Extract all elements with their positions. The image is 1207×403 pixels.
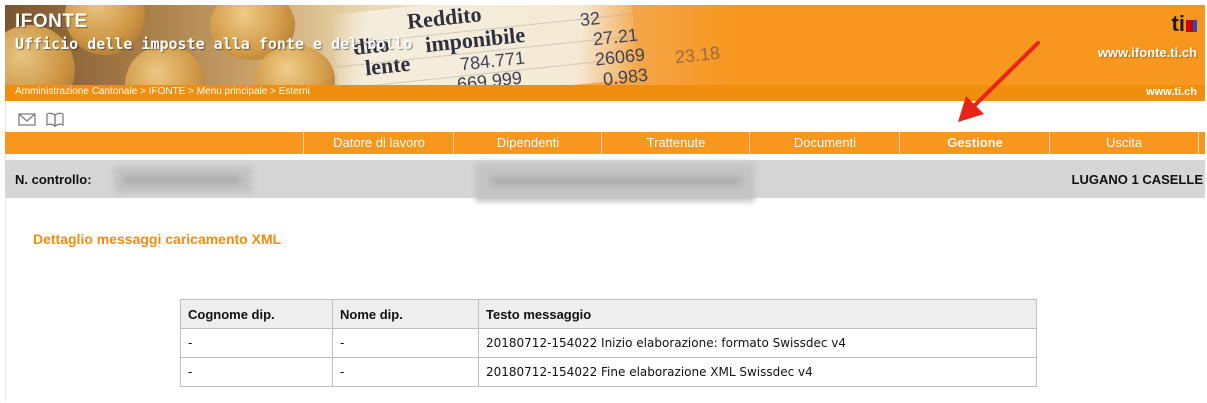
column-header-cognome: Cognome dip. [180,299,333,329]
cell-cognome: - [180,357,333,387]
page-title: Dettaglio messaggi caricamento XML [33,231,282,247]
control-bar: N. controllo: LUGANO 1 CASELLE [5,160,1205,202]
table-row: - - 20180712-154022 Fine elaborazione XM… [180,357,1037,387]
office-name: Ufficio delle imposte alla fonte e del b… [15,35,413,53]
table-header-row: Cognome dip. Nome dip. Testo messaggio [180,299,1037,329]
ti-ch-link[interactable]: www.ti.ch [1146,86,1197,98]
book-icon[interactable] [46,112,64,127]
banner-number: 32 [578,8,601,30]
annotation-arrow-icon [958,41,1040,122]
menu-item-trattenute[interactable]: Trattenute [601,132,750,154]
banner-word: lente [363,50,412,81]
table-row: - - 20180712-154022 Inizio elaborazione:… [180,328,1037,358]
banner-number: 23.18 [674,42,721,68]
column-header-nome: Nome dip. [332,299,479,329]
cell-nome: - [332,357,479,387]
redacted-employer-name [475,162,755,202]
brand-title: IFONTE [15,11,88,32]
cell-cognome: - [180,328,333,358]
main-menu: Datore di lavoro Dipendenti Trattenute D… [5,132,1205,154]
control-number-label: N. controllo: [15,172,92,187]
banner-number: 0.983 [602,64,649,85]
ti-logo-text: ti [1171,11,1185,36]
menu-item-datore-di-lavoro[interactable]: Datore di lavoro [303,132,454,154]
menu-item-documenti[interactable]: Documenti [749,132,900,154]
cell-nome: - [332,328,479,358]
breadcrumb[interactable]: Amministrazione Cantonale > IFONTE > Men… [15,86,310,97]
messages-table: Cognome dip. Nome dip. Testo messaggio -… [180,299,1037,387]
redacted-control-number [113,166,253,194]
toolbar-icons [18,108,64,130]
envelope-icon[interactable] [18,112,36,127]
cell-testo: 20180712-154022 Inizio elaborazione: for… [478,328,1037,358]
site-url-link[interactable]: www.ifonte.ti.ch [1098,45,1197,60]
menu-item-dipendenti[interactable]: Dipendenti [453,132,602,154]
ti-flag-icon [1186,20,1197,32]
menu-item-gestione[interactable]: Gestione [899,132,1050,154]
menu-item-uscita[interactable]: Uscita [1049,132,1199,154]
cell-testo: 20180712-154022 Fine elaborazione XML Sw… [478,357,1037,387]
location-text: LUGANO 1 CASELLE [1071,172,1203,187]
ti-logo[interactable]: ti [1172,11,1197,37]
column-header-testo: Testo messaggio [478,299,1037,329]
